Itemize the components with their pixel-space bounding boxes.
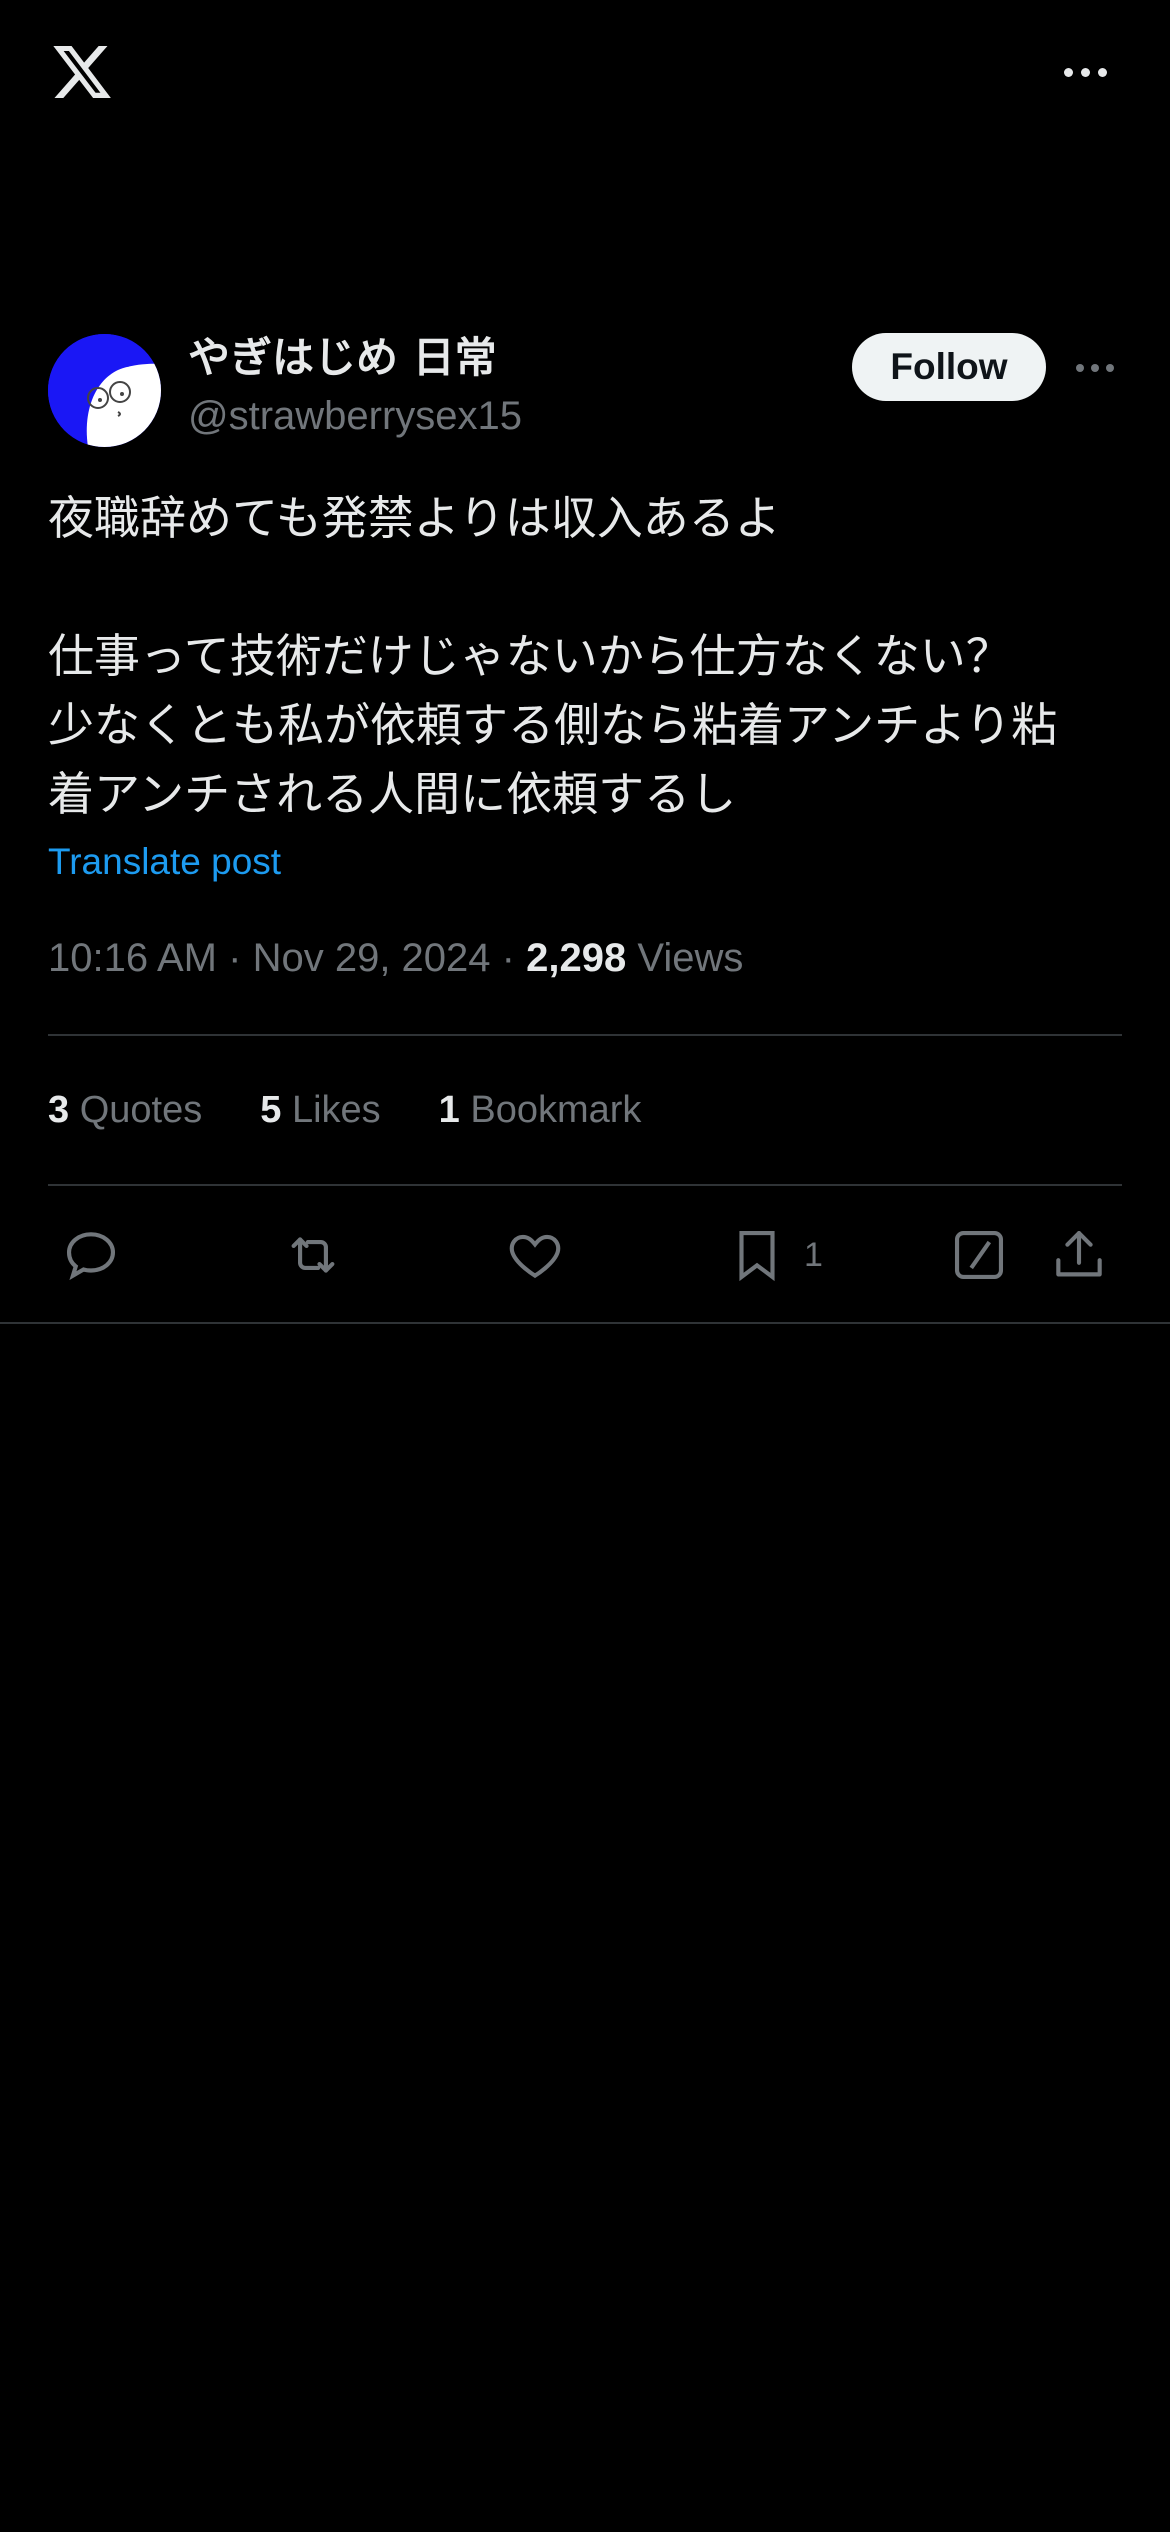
divider — [48, 1184, 1122, 1186]
stat-likes[interactable]: 5 Likes — [260, 1080, 380, 1140]
retweet-icon — [291, 1237, 335, 1273]
user-handle[interactable]: @strawberrysex15 — [188, 390, 522, 442]
reply-icon — [66, 1232, 116, 1281]
engagement-stats: 3 Quotes 5 Likes 1 Bookmark — [48, 1080, 641, 1140]
tweet-date[interactable]: Nov 29, 2024 — [253, 936, 491, 980]
like-button[interactable] — [504, 1220, 566, 1290]
stat-label: Bookmark — [470, 1089, 642, 1131]
stat-quotes[interactable]: 3 Quotes — [48, 1080, 202, 1140]
display-name[interactable]: やぎはじめ 日常 — [188, 330, 497, 386]
grok-button[interactable] — [948, 1220, 1010, 1290]
stat-count: 3 — [48, 1089, 70, 1131]
stat-count: 1 — [438, 1089, 460, 1131]
tweet-time[interactable]: 10:16 AM — [48, 936, 217, 980]
stat-bookmarks[interactable]: 1 Bookmark — [439, 1080, 642, 1140]
heart-icon — [509, 1234, 561, 1279]
x-logo-icon[interactable] — [48, 40, 116, 104]
tweet-text: 夜職辞めても発禁よりは収入あるよ 仕事って技術だけじゃないから仕方なくない？ 少… — [48, 491, 1058, 821]
share-icon — [1056, 1230, 1102, 1277]
avatar[interactable] — [48, 334, 161, 447]
divider — [0, 1322, 1170, 1324]
share-button[interactable] — [1048, 1220, 1110, 1290]
stat-label: Likes — [291, 1089, 381, 1131]
retweet-button[interactable] — [282, 1220, 344, 1290]
stat-label: Quotes — [79, 1089, 203, 1131]
tweet-meta: 10:16 AM · Nov 29, 2024 · 2,298 Views — [48, 928, 743, 988]
views-count: 2,298 — [526, 936, 627, 980]
follow-button[interactable]: Follow — [852, 333, 1046, 401]
meta-separator: · — [501, 936, 515, 980]
bookmark-button[interactable]: 1 — [726, 1220, 823, 1290]
stat-count: 5 — [260, 1089, 282, 1131]
bookmark-count: 1 — [804, 1235, 823, 1274]
reply-button[interactable] — [60, 1220, 122, 1290]
more-options-icon[interactable] — [1064, 60, 1110, 84]
views-label: Views — [637, 936, 744, 980]
divider — [48, 1034, 1122, 1036]
translate-post-link[interactable]: Translate post — [48, 834, 281, 890]
bookmark-icon — [739, 1230, 775, 1282]
grok-icon — [954, 1230, 1004, 1280]
meta-separator: · — [228, 936, 242, 980]
tweet-more-icon[interactable] — [1076, 362, 1118, 374]
